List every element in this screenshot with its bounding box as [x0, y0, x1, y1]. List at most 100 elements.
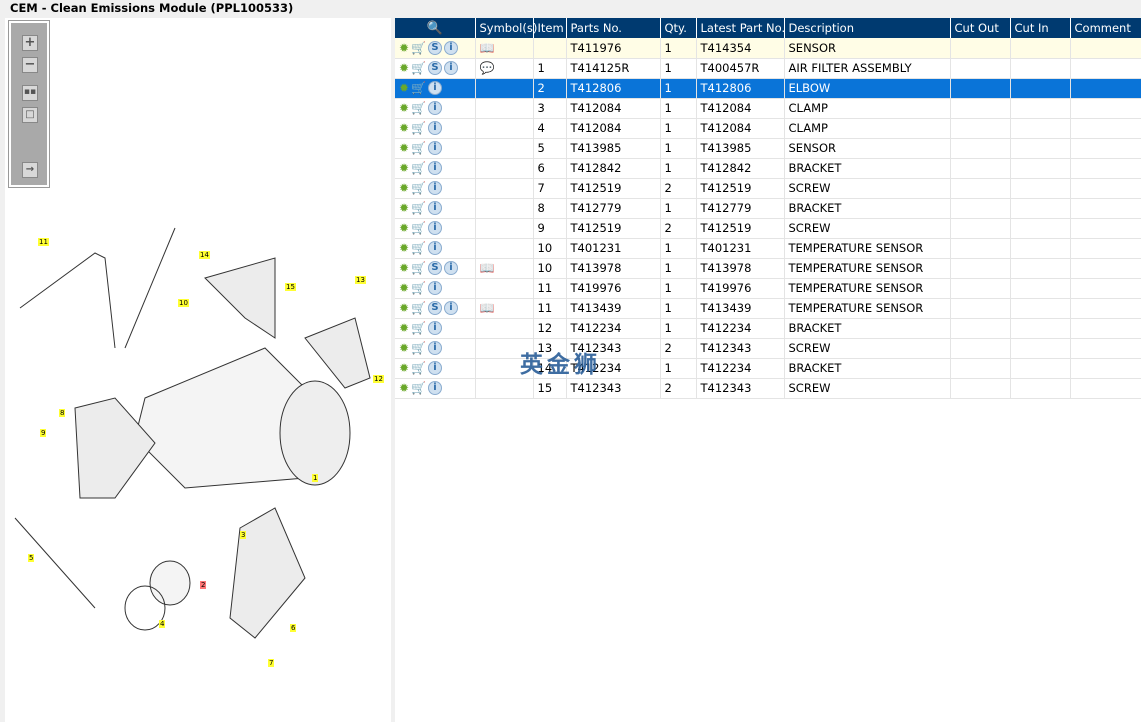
- column-header[interactable]: Qty.: [660, 18, 697, 38]
- s-icon[interactable]: S: [428, 301, 443, 316]
- gear-icon[interactable]: ✹: [399, 161, 409, 175]
- column-header-search[interactable]: 🔍: [395, 18, 476, 38]
- table-row[interactable]: ✹ 🛒 i 13 T412343 2 T412343 SCREW: [395, 338, 1141, 359]
- export-list-icon[interactable]: →: [22, 162, 38, 178]
- table-row[interactable]: ✹ 🛒 Si 📖 10 T413978 1 T413978 TEMPERATURE S…: [395, 258, 1141, 279]
- info-icon[interactable]: i: [428, 241, 443, 256]
- info-icon[interactable]: i: [428, 321, 443, 336]
- gear-icon[interactable]: ✹: [399, 281, 409, 295]
- diagram-panel[interactable]: + − ▪▪ □ → 11 10 14 15 13 12 8 9 1 3 5 2…: [5, 18, 391, 722]
- book-search-icon[interactable]: 📖: [480, 301, 495, 315]
- column-header[interactable]: Cut In: [1010, 18, 1071, 38]
- info-icon[interactable]: i: [428, 161, 443, 176]
- info-icon[interactable]: i: [444, 301, 459, 316]
- table-row[interactable]: ✹ 🛒 Si 💬 1 T414125R 1 T400457R AIR FILTER A…: [395, 58, 1141, 79]
- cart-icon[interactable]: 🛒: [411, 281, 426, 295]
- table-row[interactable]: ✹ 🛒 i 9 T412519 2 T412519 SCREW: [395, 218, 1141, 239]
- gear-icon[interactable]: ✹: [399, 81, 409, 95]
- column-header[interactable]: Description: [784, 18, 951, 38]
- info-icon[interactable]: i: [444, 41, 459, 55]
- info-icon[interactable]: i: [428, 141, 443, 156]
- zoom-in-icon[interactable]: +: [22, 35, 38, 51]
- info-icon[interactable]: i: [428, 181, 443, 196]
- table-row[interactable]: ✹ 🛒 i 11 T419976 1 T419976 TEMPERATURE SEN…: [395, 278, 1141, 299]
- cart-icon[interactable]: 🛒: [411, 161, 426, 175]
- gear-icon[interactable]: ✹: [399, 321, 409, 335]
- info-icon[interactable]: i: [428, 361, 443, 376]
- callout-15[interactable]: 15: [285, 283, 296, 291]
- exploded-parts-diagram[interactable]: [5, 198, 391, 698]
- search-icon[interactable]: 🔍: [427, 21, 443, 36]
- gear-icon[interactable]: ✹: [399, 41, 409, 55]
- callout-8[interactable]: 8: [59, 409, 66, 417]
- cart-icon[interactable]: 🛒: [411, 121, 426, 135]
- fit-all-icon[interactable]: ▪▪: [22, 85, 38, 101]
- table-row[interactable]: ✹ 🛒 Si 📖 11 T413439 1 T413439 TEMPERATURE S…: [395, 298, 1141, 319]
- gear-icon[interactable]: ✹: [399, 221, 409, 235]
- cart-icon[interactable]: 🛒: [411, 201, 426, 215]
- callout-12[interactable]: 12: [373, 375, 384, 383]
- callout-9[interactable]: 9: [40, 429, 47, 437]
- gear-icon[interactable]: ✹: [399, 61, 409, 75]
- info-icon[interactable]: i: [444, 61, 459, 76]
- cart-icon[interactable]: 🛒: [411, 241, 426, 255]
- table-row[interactable]: ✹ 🛒 i 6 T412842 1 T412842 BRACKET: [395, 158, 1141, 179]
- callout-11[interactable]: 11: [38, 238, 49, 246]
- info-icon[interactable]: i: [428, 221, 443, 236]
- column-header[interactable]: Latest Part No.: [696, 18, 785, 38]
- table-row[interactable]: ✹ 🛒 i 5 T413985 1 T413985 SENSOR: [395, 138, 1141, 159]
- table-row[interactable]: ✹ 🛒 i 15 T412343 2 T412343 SCREW: [395, 378, 1141, 399]
- gear-icon[interactable]: ✹: [399, 361, 409, 375]
- cart-icon[interactable]: 🛒: [411, 41, 426, 55]
- info-icon[interactable]: i: [428, 101, 443, 116]
- info-icon[interactable]: i: [428, 81, 443, 96]
- gear-icon[interactable]: ✹: [399, 261, 409, 275]
- info-icon[interactable]: i: [428, 341, 443, 356]
- s-icon[interactable]: S: [428, 61, 443, 76]
- table-row[interactable]: ✹ 🛒 i 14 T412234 1 T412234 BRACKET: [395, 358, 1141, 379]
- gear-icon[interactable]: ✹: [399, 181, 409, 195]
- book-search-icon[interactable]: 📖: [480, 261, 495, 275]
- cart-icon[interactable]: 🛒: [411, 141, 426, 155]
- gear-icon[interactable]: ✹: [399, 381, 409, 395]
- s-icon[interactable]: S: [428, 41, 443, 55]
- info-icon[interactable]: i: [428, 281, 443, 296]
- info-icon[interactable]: i: [444, 261, 459, 276]
- cart-icon[interactable]: 🛒: [411, 361, 426, 375]
- column-header[interactable]: Parts No.: [566, 18, 661, 38]
- gear-icon[interactable]: ✹: [399, 121, 409, 135]
- info-icon[interactable]: i: [428, 381, 443, 396]
- cart-icon[interactable]: 🛒: [411, 301, 426, 315]
- table-row[interactable]: ✹ 🛒 i 12 T412234 1 T412234 BRACKET: [395, 318, 1141, 339]
- callout-3[interactable]: 3: [240, 531, 247, 539]
- callout-6[interactable]: 6: [290, 624, 297, 632]
- gear-icon[interactable]: ✹: [399, 301, 409, 315]
- info-icon[interactable]: i: [428, 201, 443, 216]
- comment-icon[interactable]: 💬: [480, 61, 495, 75]
- cart-icon[interactable]: 🛒: [411, 181, 426, 195]
- cart-icon[interactable]: 🛒: [411, 101, 426, 115]
- book-search-icon[interactable]: 📖: [480, 41, 495, 55]
- table-row[interactable]: ✹ 🛒 i 10 T401231 1 T401231 TEMPERATURE SEN…: [395, 238, 1141, 259]
- gear-icon[interactable]: ✹: [399, 141, 409, 155]
- table-row[interactable]: ✹ 🛒 i 2 T412806 1 T412806 ELBOW: [395, 78, 1141, 99]
- table-row[interactable]: ✹ 🛒 i 7 T412519 2 T412519 SCREW: [395, 178, 1141, 199]
- callout-14[interactable]: 14: [199, 251, 210, 259]
- cart-icon[interactable]: 🛒: [411, 61, 426, 75]
- callout-13[interactable]: 13: [355, 276, 366, 284]
- actual-size-icon[interactable]: □: [22, 107, 38, 123]
- callout-1[interactable]: 1: [312, 474, 319, 482]
- zoom-out-icon[interactable]: −: [22, 57, 38, 73]
- table-row[interactable]: ✹ 🛒 i 4 T412084 1 T412084 CLAMP: [395, 118, 1141, 139]
- callout-7[interactable]: 7: [268, 659, 275, 667]
- cart-icon[interactable]: 🛒: [411, 81, 426, 95]
- column-header[interactable]: Cut Out: [950, 18, 1011, 38]
- gear-icon[interactable]: ✹: [399, 201, 409, 215]
- s-icon[interactable]: S: [428, 261, 443, 276]
- cart-icon[interactable]: 🛒: [411, 341, 426, 355]
- cart-icon[interactable]: 🛒: [411, 381, 426, 395]
- callout-5[interactable]: 5: [28, 554, 35, 562]
- table-row[interactable]: ✹ 🛒 i 3 T412084 1 T412084 CLAMP: [395, 98, 1141, 119]
- gear-icon[interactable]: ✹: [399, 341, 409, 355]
- table-row[interactable]: ✹ 🛒 Si 📖 T411976 1 T414354 SENSOR: [395, 38, 1141, 59]
